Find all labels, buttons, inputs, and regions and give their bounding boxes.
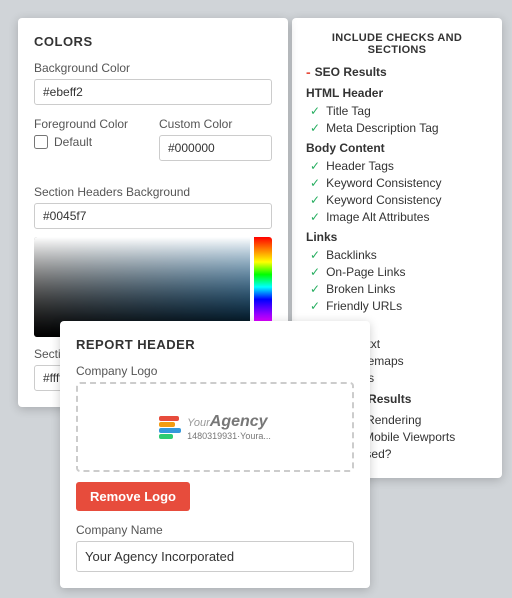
check-icon-broken: ✓ bbox=[310, 282, 320, 296]
check-label-header-tags: Header Tags bbox=[326, 159, 394, 173]
company-name-label: Company Name bbox=[76, 523, 354, 537]
fg-default-label: Default bbox=[54, 135, 92, 149]
custom-color-input[interactable] bbox=[159, 135, 272, 161]
seo-dash-icon: - bbox=[306, 64, 311, 80]
check-label-backlinks: Backlinks bbox=[326, 248, 377, 262]
colors-title: COLORS bbox=[34, 34, 272, 49]
logo-text-block: Your Agency 1480319931·Youra... bbox=[187, 413, 271, 441]
check-icon-kw1: ✓ bbox=[310, 176, 320, 190]
report-title: REPORT HEADER bbox=[76, 337, 354, 352]
check-label-kw1: Keyword Consistency bbox=[326, 176, 441, 190]
check-icon-meta: ✓ bbox=[310, 121, 320, 135]
check-icon-friendly: ✓ bbox=[310, 299, 320, 313]
logo-subtext: 1480319931·Youra... bbox=[187, 431, 271, 441]
check-title-tag[interactable]: ✓ Title Tag bbox=[306, 104, 488, 118]
section-headers-bg-input[interactable] bbox=[34, 203, 272, 229]
check-label-onpage: On-Page Links bbox=[326, 265, 405, 279]
fg-default-checkbox[interactable] bbox=[34, 135, 48, 149]
check-label-title: Title Tag bbox=[326, 104, 371, 118]
check-broken-links[interactable]: ✓ Broken Links bbox=[306, 282, 488, 296]
logo-icon bbox=[159, 416, 181, 439]
check-meta-desc[interactable]: ✓ Meta Description Tag bbox=[306, 121, 488, 135]
bg-color-label: Background Color bbox=[34, 61, 272, 75]
seo-section-label: SEO Results bbox=[315, 65, 387, 79]
check-icon-onpage: ✓ bbox=[310, 265, 320, 279]
report-panel: REPORT HEADER Company Logo Your Agency 1… bbox=[60, 321, 370, 588]
check-keyword-1[interactable]: ✓ Keyword Consistency bbox=[306, 176, 488, 190]
body-content-title: Body Content bbox=[306, 141, 488, 155]
section-headers-bg-label: Section Headers Background bbox=[34, 185, 272, 199]
remove-logo-button[interactable]: Remove Logo bbox=[76, 482, 190, 511]
company-name-input[interactable] bbox=[76, 541, 354, 572]
company-logo-label: Company Logo bbox=[76, 364, 354, 378]
logo-preview: Your Agency 1480319931·Youra... bbox=[159, 413, 271, 441]
check-header-tags[interactable]: ✓ Header Tags bbox=[306, 159, 488, 173]
check-keyword-2[interactable]: ✓ Keyword Consistency bbox=[306, 193, 488, 207]
links-title: Links bbox=[306, 230, 488, 244]
logo-upload-area[interactable]: Your Agency 1480319931·Youra... bbox=[76, 382, 354, 472]
custom-color-label: Custom Color bbox=[159, 117, 272, 131]
seo-section-toggle[interactable]: - SEO Results bbox=[306, 64, 488, 80]
fg-color-label: Foreground Color bbox=[34, 117, 147, 131]
check-label-kw2: Keyword Consistency bbox=[326, 193, 441, 207]
check-image-alt[interactable]: ✓ Image Alt Attributes bbox=[306, 210, 488, 224]
check-icon-title: ✓ bbox=[310, 104, 320, 118]
check-label-img-alt: Image Alt Attributes bbox=[326, 210, 429, 224]
check-icon-kw2: ✓ bbox=[310, 193, 320, 207]
check-backlinks[interactable]: ✓ Backlinks bbox=[306, 248, 488, 262]
check-friendly-urls[interactable]: ✓ Friendly URLs bbox=[306, 299, 488, 313]
check-label-broken: Broken Links bbox=[326, 282, 395, 296]
bg-color-input[interactable] bbox=[34, 79, 272, 105]
check-icon-backlinks: ✓ bbox=[310, 248, 320, 262]
check-icon-img-alt: ✓ bbox=[310, 210, 320, 224]
check-label-meta: Meta Description Tag bbox=[326, 121, 439, 135]
check-onpage-links[interactable]: ✓ On-Page Links bbox=[306, 265, 488, 279]
check-icon-header-tags: ✓ bbox=[310, 159, 320, 173]
html-header-title: HTML Header bbox=[306, 86, 488, 100]
checks-title: INCLUDE CHECKS AND SECTIONS bbox=[306, 32, 488, 56]
check-label-friendly: Friendly URLs bbox=[326, 299, 402, 313]
